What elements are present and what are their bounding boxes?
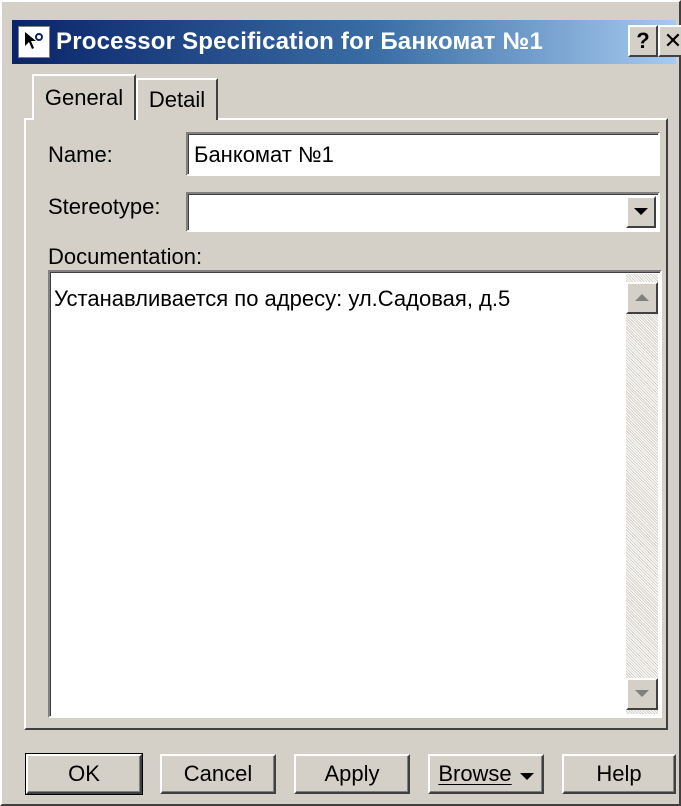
tab-detail-label: Detail xyxy=(148,87,206,112)
tab-general[interactable]: General xyxy=(32,74,136,120)
chevron-down-icon[interactable] xyxy=(626,196,656,228)
help-icon[interactable]: ? xyxy=(628,25,658,57)
documentation-text: Устанавливается по адресу: ул.Садовая, д… xyxy=(54,286,511,311)
browse-dropdown-icon xyxy=(519,761,534,787)
processor-specification-dialog: Processor Specification for Банкомат №1 … xyxy=(0,0,681,806)
browse-label: Browse xyxy=(438,761,512,786)
documentation-label: Documentation: xyxy=(48,244,203,269)
cancel-button[interactable]: Cancel xyxy=(160,754,276,794)
stereotype-combobox[interactable] xyxy=(186,192,660,232)
stereotype-label: Stereotype: xyxy=(48,194,161,219)
help-button[interactable]: Help xyxy=(562,754,676,794)
ok-button[interactable]: OK xyxy=(25,753,143,795)
window-title: Processor Specification for Банкомат №1 xyxy=(56,28,544,55)
magnifier-cursor-icon xyxy=(18,26,50,58)
name-input[interactable]: Банкомат №1 xyxy=(186,132,660,176)
browse-button[interactable]: Browse xyxy=(428,754,544,794)
title-bar[interactable]: Processor Specification for Банкомат №1 … xyxy=(12,20,681,64)
apply-button[interactable]: Apply xyxy=(294,754,410,794)
name-label: Name: xyxy=(48,142,113,167)
close-icon[interactable]: ✕ xyxy=(658,25,681,57)
scroll-down-icon[interactable] xyxy=(626,678,658,710)
tab-general-label: General xyxy=(44,85,124,110)
tab-detail[interactable]: Detail xyxy=(136,78,218,120)
documentation-textarea[interactable]: Устанавливается по адресу: ул.Садовая, д… xyxy=(48,270,662,718)
scroll-up-icon[interactable] xyxy=(626,282,658,314)
vertical-scrollbar[interactable] xyxy=(626,274,658,714)
